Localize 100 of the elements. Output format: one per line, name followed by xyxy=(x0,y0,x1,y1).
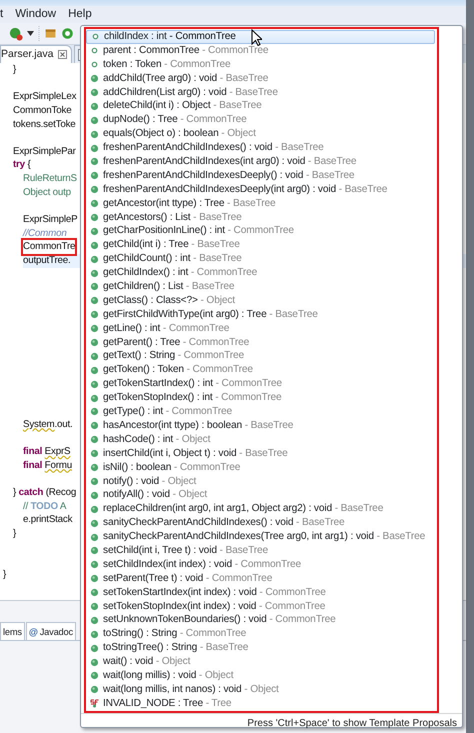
proposal-item[interactable]: freshenParentAndChildIndexes() : void - BaseTree xyxy=(86,141,435,156)
view-tab[interactable]: @ Javadoc xyxy=(26,622,76,640)
proposal-text: notify() : void - Object xyxy=(103,474,196,488)
proposal-item[interactable]: getText() : String - CommonTree xyxy=(86,349,435,364)
code-text: System xyxy=(23,418,54,432)
code-text: .out. xyxy=(54,418,73,432)
code-text: //Common xyxy=(23,226,67,240)
proposal-item[interactable]: setChild(int i, Tree t) : void - BaseTree xyxy=(86,544,435,558)
code-text: CommonToke xyxy=(13,104,72,118)
proposal-text: notifyAll() : void - Object xyxy=(103,488,208,502)
proposal-item[interactable]: toString() : String - CommonTree xyxy=(86,627,435,642)
proposal-text: addChild(Tree arg0) : void - BaseTree xyxy=(103,72,268,86)
proposal-item[interactable]: getTokenStartIndex() : int - CommonTree xyxy=(86,377,435,392)
proposal-item[interactable]: dupNode() : Tree - CommonTree xyxy=(86,113,435,128)
code-text: (Recog xyxy=(44,486,76,500)
proposal-text: freshenParentAndChildIndexesDeeply() : void - BaseTree xyxy=(103,168,354,183)
proposal-item[interactable]: wait(long millis) : void - Object xyxy=(86,668,435,683)
proposal-item[interactable]: getToken() : Token - CommonTree xyxy=(86,363,435,378)
proposal-item[interactable]: replaceChildren(int arg0, int arg1, Object arg2) : void - BaseTree xyxy=(86,502,435,516)
proposal-text: parent : CommonTree - CommonTree xyxy=(103,44,268,58)
code-text: TODO xyxy=(30,500,58,514)
proposal-text: dupNode() : Tree - CommonTree xyxy=(103,113,247,128)
proposal-item[interactable]: INVALID_NODE : Tree - Tree xyxy=(86,696,435,711)
proposal-text: toStringTree() : String - BaseTree xyxy=(103,641,248,656)
proposal-item[interactable]: sanityCheckParentAndChildIndexes() : void - BaseTree xyxy=(86,516,435,530)
proposal-item[interactable]: getLine() : int - CommonTree xyxy=(86,322,435,336)
code-text: tokens.setToke xyxy=(13,118,76,132)
proposal-item[interactable]: deleteChild(int i) : Object - BaseTree xyxy=(86,99,435,114)
proposal-text: setTokenStopIndex(int index) : void - CommonTree xyxy=(103,600,326,614)
proposal-item[interactable]: toStringTree() : String - BaseTree xyxy=(86,641,435,656)
proposal-item[interactable]: getChildCount() : int - BaseTree xyxy=(86,252,435,266)
proposal-text: getClass() : Class<?> - Object xyxy=(103,294,235,308)
proposal-text: equals(Object o) : boolean - Object xyxy=(103,127,256,142)
proposal-text: getType() : int - CommonTree xyxy=(103,405,232,419)
code-text: final xyxy=(23,444,44,459)
editor-tab[interactable]: Parser.java xyxy=(0,45,72,63)
proposal-item[interactable]: notify() : void - Object xyxy=(86,474,435,488)
code-text: } xyxy=(13,526,16,540)
proposal-item[interactable]: getTokenStopIndex() : int - CommonTree xyxy=(86,391,435,406)
proposal-text: setChild(int i, Tree t) : void - BaseTree xyxy=(103,544,268,558)
popup-hint: Press 'Ctrl+Space' to show Template Proposals xyxy=(81,712,462,733)
proposal-item[interactable]: wait() : void - Object xyxy=(86,655,435,669)
proposal-text: getParent() : Tree - CommonTree xyxy=(103,336,250,350)
proposal-item[interactable]: getAncestor(int ttype) : Tree - BaseTree xyxy=(86,196,435,211)
proposal-item[interactable]: getParent() : Tree - CommonTree xyxy=(86,336,435,350)
proposal-item[interactable]: getAncestors() : List - BaseTree xyxy=(86,210,435,224)
proposal-item[interactable]: token : Token - CommonTree xyxy=(86,58,435,72)
proposal-item[interactable]: freshenParentAndChildIndexes(int arg0) : void - BaseTree xyxy=(86,155,435,169)
proposal-item[interactable]: getChildren() : List - BaseTree xyxy=(86,280,435,294)
proposal-item[interactable]: getFirstChildWithType(int arg0) : Tree - BaseTree xyxy=(86,308,435,322)
menu-item[interactable]: Help xyxy=(68,6,92,23)
proposal-text: getText() : String - CommonTree xyxy=(103,349,244,364)
code-text: ExprS xyxy=(44,444,70,459)
proposal-item[interactable]: getCharPositionInLine() : int - CommonTree xyxy=(86,224,435,238)
proposal-item[interactable]: notifyAll() : void - Object xyxy=(86,488,435,502)
proposal-item[interactable]: freshenParentAndChildIndexesDeeply(int arg0) : void - BaseTree xyxy=(86,182,435,197)
proposal-item[interactable]: parent : CommonTree - CommonTree xyxy=(86,44,435,58)
code-text: ExprSimpleLex xyxy=(13,90,76,104)
proposal-text: getAncestor(int ttype) : Tree - BaseTree xyxy=(103,196,276,211)
proposal-item[interactable]: hasAncestor(int ttype) : boolean - BaseTree xyxy=(86,418,435,433)
proposal-item[interactable]: hashCode() : int - Object xyxy=(86,432,435,447)
proposal-item[interactable]: childIndex : int - CommonTree xyxy=(86,30,435,44)
proposal-item[interactable]: getChildIndex() : int - CommonTree xyxy=(86,266,435,280)
proposal-item[interactable]: setTokenStartIndex(int index) : void - CommonTree xyxy=(86,586,435,600)
menu-item[interactable]: Window xyxy=(15,6,56,23)
proposal-item[interactable]: addChild(Tree arg0) : void - BaseTree xyxy=(86,72,435,86)
view-tab[interactable]: lems xyxy=(0,622,25,640)
code-text: ExprSimpleP xyxy=(23,213,78,227)
proposal-item[interactable]: getType() : int - CommonTree xyxy=(86,405,435,419)
code-text: } xyxy=(3,568,6,582)
proposal-text: getTokenStopIndex() : int - CommonTree xyxy=(103,391,282,406)
proposal-item[interactable]: setChildIndex(int index) : void - CommonTree xyxy=(86,558,435,572)
proposal-item[interactable]: setUnknownTokenBoundaries() : void - CommonTree xyxy=(86,613,435,628)
proposal-item[interactable]: equals(Object o) : boolean - Object xyxy=(86,127,435,142)
proposal-text: childIndex : int - CommonTree xyxy=(104,30,236,44)
code-text: } xyxy=(13,486,18,500)
proposal-item[interactable]: wait(long millis, int nanos) : void - Object xyxy=(86,682,435,697)
proposal-item[interactable]: setParent(Tree t) : void - CommonTree xyxy=(86,572,435,586)
proposal-text: setTokenStartIndex(int index) : void - CommonTree xyxy=(103,586,326,600)
proposal-item[interactable]: isNil() : boolean - CommonTree xyxy=(86,460,435,474)
code-text: CommonTre xyxy=(23,240,76,254)
proposal-text: getCharPositionInLine() : int - CommonTree xyxy=(103,224,294,238)
code-text: } xyxy=(13,63,16,77)
proposal-item[interactable]: insertChild(int i, Object t) : void - BaseTree xyxy=(86,446,435,461)
proposal-item[interactable]: setTokenStopIndex(int index) : void - CommonTree xyxy=(86,600,435,614)
code-text: ExprSimplePar xyxy=(13,144,76,158)
proposal-text: deleteChild(int i) : Object - BaseTree xyxy=(103,99,262,114)
proposal-text: getAncestors() : List - BaseTree xyxy=(103,210,242,224)
menu-item[interactable]: t xyxy=(0,6,4,23)
proposal-item[interactable]: freshenParentAndChildIndexesDeeply() : void - BaseTree xyxy=(86,168,435,183)
proposal-text: wait() : void - Object xyxy=(103,655,190,669)
proposal-text: getChild(int i) : Tree - BaseTree xyxy=(103,238,240,252)
proposal-item[interactable]: getChild(int i) : Tree - BaseTree xyxy=(86,238,435,252)
proposal-item[interactable]: getClass() : Class<?> - Object xyxy=(86,294,435,308)
tab-label: Javadoc xyxy=(40,626,73,639)
code-text: { xyxy=(26,158,31,172)
proposal-item[interactable]: addChildren(List arg0) : void - BaseTree xyxy=(86,86,435,100)
proposal-text: setChildIndex(int index) : void - CommonTree xyxy=(103,558,302,572)
proposal-text: wait(long millis) : void - Object xyxy=(103,668,234,683)
proposal-text: getFirstChildWithType(int arg0) : Tree - BaseTree xyxy=(103,308,318,322)
